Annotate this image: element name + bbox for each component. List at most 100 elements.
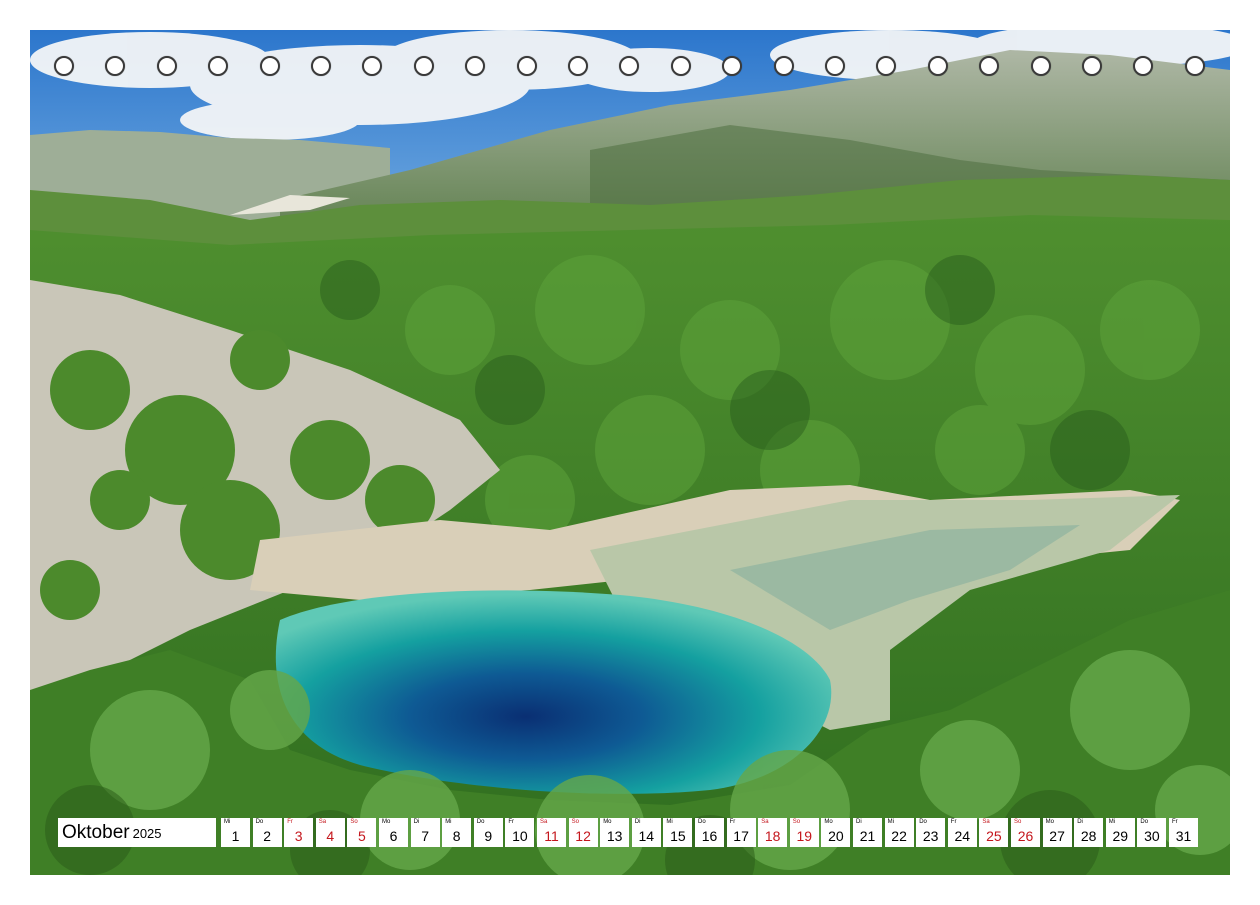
- day-number: 23: [922, 828, 939, 844]
- day-number: 13: [606, 828, 623, 844]
- weekday-label: Do: [919, 819, 927, 825]
- day-number: 10: [512, 828, 528, 844]
- month-name: Oktober: [62, 822, 130, 843]
- binding-hole: [105, 56, 126, 76]
- day-cell: Mo 13: [600, 818, 630, 847]
- weekday-label: Fr: [287, 819, 293, 825]
- weekday-label: Mi: [887, 819, 894, 825]
- binding-holes: [30, 52, 1230, 82]
- landscape-photo: [30, 30, 1230, 875]
- binding-hole: [54, 56, 74, 76]
- day-cell: So 12: [568, 818, 598, 847]
- binding-hole: [1184, 56, 1205, 76]
- binding-hole: [1082, 56, 1102, 76]
- binding-hole: [1030, 56, 1051, 76]
- weekday-label: Di: [413, 819, 420, 825]
- year: 2025: [132, 826, 162, 841]
- binding-hole: [1133, 56, 1154, 76]
- weekday-label: Fr: [508, 819, 515, 825]
- day-cell: Di 14: [631, 818, 661, 847]
- weekday-label: Sa: [318, 819, 327, 825]
- weekday-label: Di: [856, 819, 862, 825]
- binding-hole: [362, 56, 383, 76]
- binding-hole: [670, 56, 691, 76]
- day-cell: Mi 29: [1105, 818, 1135, 847]
- day-cell: Di 28: [1074, 818, 1104, 847]
- day-cell: Mo 6: [379, 818, 408, 847]
- weekday-label: Do: [698, 819, 706, 825]
- weekday-label: Mo: [382, 819, 391, 825]
- binding-hole: [516, 56, 537, 76]
- weekday-label: Mi: [445, 819, 452, 825]
- day-number: 15: [670, 828, 686, 844]
- weekday-label: Do: [255, 819, 264, 825]
- day-number: 6: [389, 828, 398, 844]
- day-number: 8: [452, 828, 461, 844]
- day-cell: Fr 31: [1169, 818, 1198, 847]
- calendar-page: Oktober 2025 Mi 1 Do 2 Fr 3 Sa 4 So 5 Mo 6 Di 7 Mi 8 Do 9 F…: [0, 0, 1260, 905]
- binding-hole: [465, 56, 486, 76]
- binding-hole: [208, 56, 229, 76]
- day-number: 25: [986, 828, 1002, 844]
- binding-hole: [311, 56, 331, 76]
- weekday-label: Mi: [1108, 819, 1116, 825]
- day-cell: Fr 24: [947, 818, 977, 847]
- day-number: 31: [1175, 828, 1192, 844]
- binding-hole: [722, 56, 743, 76]
- binding-hole: [979, 56, 1000, 76]
- month-label: Oktober 2025: [58, 818, 216, 847]
- day-cell: Mi 22: [884, 818, 914, 847]
- day-number: 9: [484, 828, 493, 844]
- day-number: 30: [1144, 828, 1160, 844]
- weekday-label: Di: [1077, 819, 1083, 825]
- weekday-label: So: [792, 819, 801, 825]
- day-number: 12: [575, 828, 591, 844]
- day-number: 27: [1049, 828, 1065, 844]
- binding-hole: [568, 56, 588, 76]
- day-number: 18: [764, 828, 781, 844]
- binding-hole: [825, 56, 845, 76]
- day-number: 2: [263, 828, 271, 844]
- day-number: 5: [357, 828, 366, 844]
- day-cell: Sa 4: [315, 818, 345, 847]
- binding-hole: [876, 56, 897, 76]
- weekday-label: Mo: [1045, 819, 1054, 825]
- day-cell: Do 2: [252, 818, 282, 847]
- day-cell: Do 16: [695, 818, 724, 847]
- day-cell: Do 30: [1137, 818, 1167, 847]
- day-number: 21: [859, 828, 876, 844]
- day-cell: Sa 18: [758, 818, 788, 847]
- day-number: 3: [294, 828, 303, 844]
- day-number: 1: [231, 828, 240, 844]
- day-number: 20: [828, 828, 844, 844]
- day-cell: Fr 10: [505, 818, 535, 847]
- day-cell: So 5: [347, 818, 377, 847]
- day-number: 19: [796, 828, 813, 844]
- day-cell: Mo 27: [1042, 818, 1072, 847]
- binding-hole: [619, 56, 640, 76]
- binding-hole: [259, 56, 280, 76]
- day-cell: Mo 20: [821, 818, 851, 847]
- day-number: 28: [1080, 828, 1097, 844]
- weekday-label: Mi: [224, 819, 231, 825]
- weekday-label: Do: [476, 819, 485, 825]
- weekday-label: Fr: [1172, 819, 1178, 825]
- day-cell: Mi 15: [663, 818, 693, 847]
- weekday-label: Di: [634, 819, 641, 825]
- weekday-label: Mo: [824, 819, 833, 825]
- day-cell: Do 9: [473, 818, 503, 847]
- day-number: 29: [1112, 828, 1129, 844]
- weekday-label: So: [350, 819, 358, 825]
- day-number: 24: [954, 828, 971, 844]
- day-number: 11: [544, 828, 559, 844]
- weekday-label: So: [571, 819, 579, 825]
- day-cell: Fr 17: [726, 818, 756, 847]
- weekday-label: So: [1014, 819, 1022, 825]
- day-cell: Do 23: [916, 818, 946, 847]
- weekday-label: Do: [1140, 819, 1149, 825]
- binding-hole: [773, 56, 794, 76]
- day-number: 22: [891, 828, 907, 844]
- day-cell: Sa 11: [537, 818, 566, 847]
- day-cell: So 26: [1011, 818, 1040, 847]
- day-cell: Fr 3: [284, 818, 314, 847]
